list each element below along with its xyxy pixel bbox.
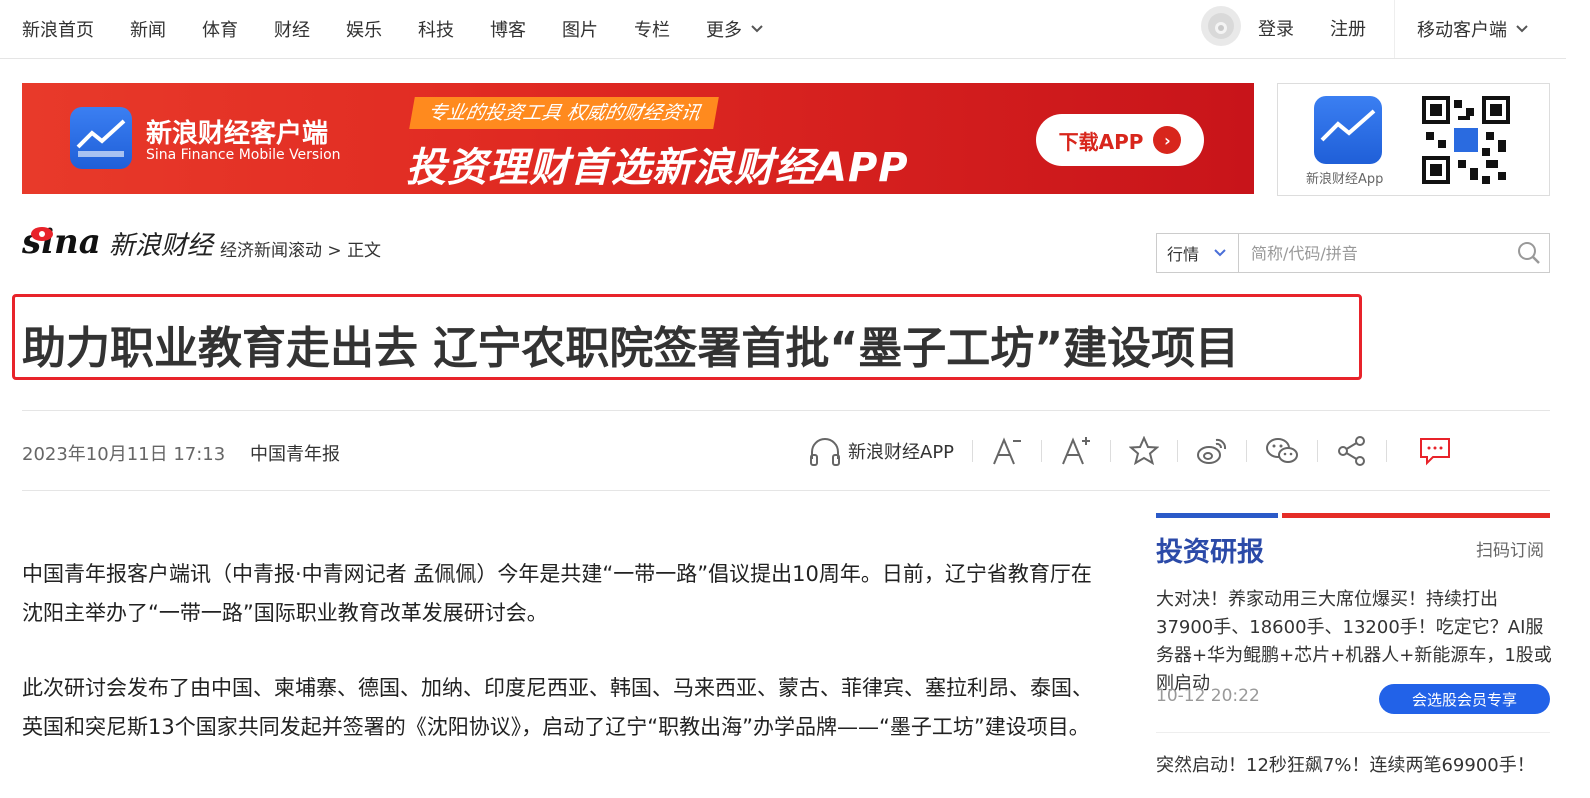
breadcrumb-current: 正文: [347, 241, 382, 261]
nav-more-menu[interactable]: 更多: [706, 16, 764, 42]
sidebar-title: 投资研报: [1156, 537, 1264, 568]
toolbar-separator: [1386, 440, 1388, 462]
register-link[interactable]: 注册: [1330, 15, 1366, 41]
nav-link-entertainment[interactable]: 娱乐: [346, 16, 382, 42]
font-decrease-button[interactable]: [991, 430, 1023, 472]
weibo-icon: [1197, 438, 1227, 464]
sina-finance-app-icon: [70, 107, 132, 169]
comment-icon: [1420, 438, 1451, 466]
sina-finance-logo[interactable]: sina 新浪财经: [22, 222, 213, 262]
arrow-right-icon: ›: [1153, 126, 1182, 154]
article-source[interactable]: 中国青年报: [250, 440, 340, 466]
toolbar-separator: [1246, 440, 1248, 462]
breadcrumb-section-link[interactable]: 经济新闻滚动: [220, 241, 322, 261]
nav-link-columns[interactable]: 专栏: [634, 16, 670, 42]
chevron-down-icon: [751, 25, 763, 33]
nav-links: 新浪首页 新闻 体育 财经 娱乐 科技 博客 图片 专栏 更多: [22, 0, 764, 58]
share-wechat-button[interactable]: [1265, 430, 1299, 472]
toolbar-separator: [1317, 440, 1319, 462]
member-exclusive-button[interactable]: 会选股会员专享: [1379, 684, 1550, 714]
nav-link-photos[interactable]: 图片: [562, 16, 598, 42]
share-button[interactable]: [1336, 430, 1368, 472]
quote-search: 行情: [1156, 233, 1550, 273]
banner-tagline: 专业的投资工具 权威的财经资讯: [409, 97, 719, 129]
nav-link-sports[interactable]: 体育: [202, 16, 238, 42]
search-type-select[interactable]: 行情: [1157, 234, 1239, 272]
article-toolbar: 新浪财经APP: [808, 430, 1451, 472]
qr-app-label: 新浪财经App: [1306, 172, 1384, 187]
article-paragraph: 此次研讨会发布了由中国、柬埔寨、德国、加纳、印度尼西亚、韩国、马来西亚、蒙古、菲…: [22, 676, 1093, 739]
scan-subscribe-link[interactable]: 扫码订阅: [1476, 536, 1544, 561]
article-paragraph: 中国青年报客户端讯（中青报·中青网记者 孟佩佩）今年是共建“一带一路”倡议提出1…: [22, 562, 1092, 625]
search-icon[interactable]: [1509, 241, 1549, 265]
download-app-button[interactable]: 下载APP ›: [1036, 114, 1204, 166]
login-link[interactable]: 登录: [1258, 15, 1294, 41]
sidebar-news-item[interactable]: 突然启动！12秒狂飙7%！连续两笔69900手！: [1156, 752, 1552, 780]
article-body: 中国青年报客户端讯（中青报·中青网记者 孟佩佩）今年是共建“一带一路”倡议提出1…: [22, 555, 1112, 783]
nav-more-label: 更多: [706, 20, 742, 41]
star-icon: [1129, 436, 1160, 466]
listen-app-label: 新浪财经APP: [848, 442, 955, 463]
font-increase-icon: [1062, 437, 1091, 465]
divider: [22, 490, 1550, 491]
headphones-icon: [810, 438, 840, 466]
chevron-down-icon: [1516, 25, 1528, 33]
nav-link-news[interactable]: 新闻: [130, 16, 166, 42]
article-date: 2023年10月11日 17:13: [22, 444, 226, 465]
search-type-value: 行情: [1167, 245, 1200, 264]
mobile-client-menu[interactable]: 移动客户端: [1394, 0, 1567, 58]
banner-brand-cn: 新浪财经客户端: [146, 119, 329, 149]
logo-cn-text: 新浪财经: [108, 231, 213, 261]
sidebar-news-item[interactable]: 大对决！养家动用三大席位爆买！持续打出37900手、18600手、13200手！…: [1156, 586, 1552, 698]
chevron-down-icon: [1214, 249, 1226, 257]
divider: [22, 410, 1550, 411]
listen-app-button[interactable]: 新浪财经APP: [808, 430, 954, 472]
sidebar-bar-blue: [1156, 513, 1278, 518]
top-navigation: 新浪首页 新闻 体育 财经 娱乐 科技 博客 图片 专栏 更多 登录 注册 移动…: [0, 0, 1590, 59]
favorite-button[interactable]: [1129, 430, 1160, 472]
share-icon: [1338, 436, 1366, 466]
qr-code-box: 新浪财经App: [1277, 83, 1550, 196]
share-weibo-button[interactable]: [1196, 430, 1228, 472]
search-input[interactable]: [1239, 235, 1509, 271]
qr-code-icon: [1422, 96, 1510, 184]
sidebar-bar-red: [1282, 513, 1550, 518]
nav-link-finance[interactable]: 财经: [274, 16, 310, 42]
news-timestamp: 10-12 20:22: [1156, 686, 1260, 706]
download-app-label: 下载APP: [1058, 129, 1144, 154]
breadcrumb-separator: >: [327, 241, 342, 261]
banner-slogan: 投资理财首选新浪财经APP: [406, 145, 909, 191]
app-banner-ad[interactable]: 新浪财经客户端 Sina Finance Mobile Version 专业的投…: [22, 83, 1254, 194]
wechat-icon: [1266, 438, 1299, 463]
toolbar-separator: [972, 440, 974, 462]
toolbar-separator: [1110, 440, 1112, 462]
font-decrease-icon: [993, 437, 1022, 465]
user-avatar-icon[interactable]: [1201, 6, 1241, 46]
mobile-client-label: 移动客户端: [1417, 20, 1507, 41]
nav-link-blog[interactable]: 博客: [490, 16, 526, 42]
article-title: 助力职业教育走出去 辽宁农职院签署首批“墨子工坊”建设项目: [22, 323, 1240, 374]
sina-finance-app-icon: [1314, 96, 1382, 164]
toolbar-separator: [1177, 440, 1179, 462]
divider: [1156, 732, 1550, 733]
nav-link-tech[interactable]: 科技: [418, 16, 454, 42]
breadcrumb: 经济新闻滚动 > 正文: [220, 236, 381, 261]
toolbar-separator: [1041, 440, 1043, 462]
sina-eye-logo-icon: [31, 227, 53, 241]
comment-button[interactable]: [1419, 430, 1451, 472]
nav-link-home[interactable]: 新浪首页: [22, 16, 94, 42]
banner-brand-en: Sina Finance Mobile Version: [146, 147, 341, 163]
sidebar-header-bar: [1156, 513, 1550, 518]
page-scrollbar[interactable]: [1566, 0, 1590, 798]
font-increase-button[interactable]: [1060, 430, 1092, 472]
